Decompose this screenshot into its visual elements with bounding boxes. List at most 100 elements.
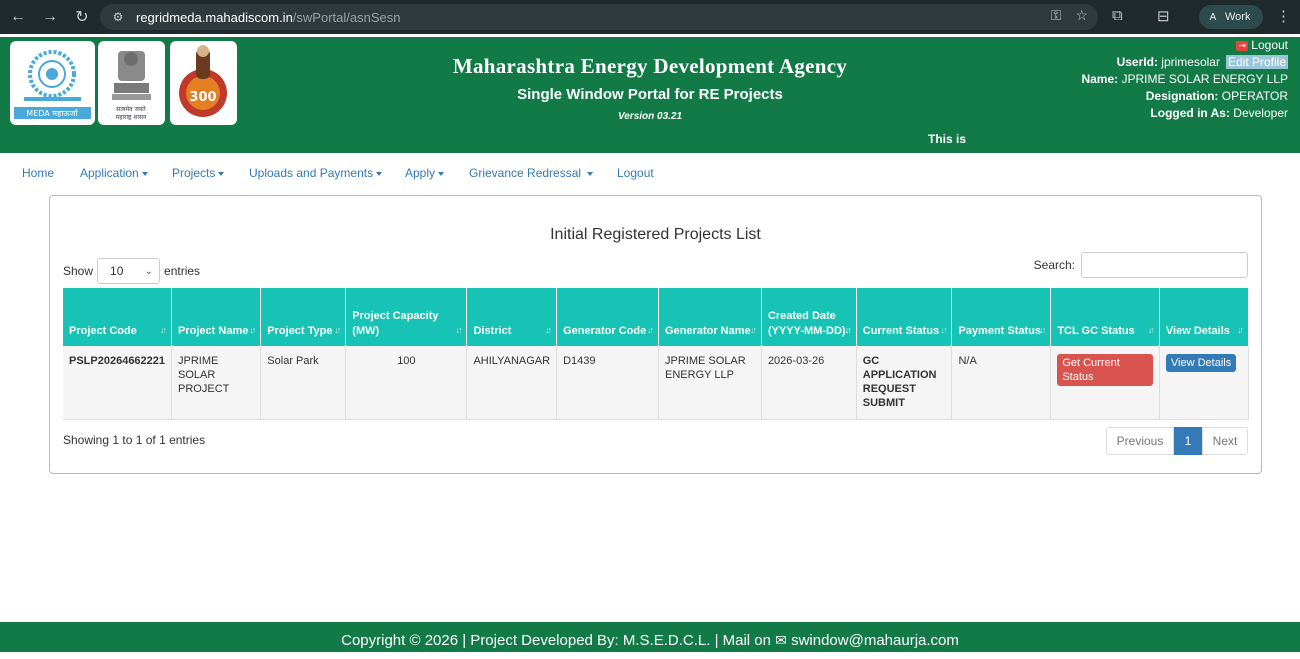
previous-page-button[interactable]: Previous — [1106, 427, 1174, 455]
nav-application[interactable]: Application — [80, 166, 148, 180]
star-icon[interactable]: ☆ — [1075, 7, 1088, 24]
nav-grievance[interactable]: Grievance Redressal — [469, 166, 594, 180]
entries-control: Show 10 ⌄ entries — [63, 258, 200, 284]
page-1-button[interactable]: 1 — [1174, 427, 1202, 455]
cell-district: AHILYANAGAR — [466, 346, 558, 420]
url-host: regridmeda.mahadiscom.in — [136, 9, 293, 25]
col-district[interactable]: District ↓↑ — [466, 288, 558, 346]
col-generator-code-label: Generator Code — [563, 325, 647, 337]
cell-capacity: 100 — [345, 346, 468, 420]
sort-icon: ↓↑ — [249, 325, 256, 335]
sort-icon: ↓↑ — [455, 325, 462, 335]
col-created-date[interactable]: Created Date (YYYY-MM-DD) ↓↑ — [761, 288, 857, 346]
col-project-type[interactable]: Project Type ↓↑ — [260, 288, 347, 346]
main-nav: Home Application Projects Uploads and Pa… — [0, 162, 1300, 186]
footer-text: Copyright © 2026 | Project Developed By:… — [341, 632, 771, 649]
nav-projects[interactable]: Projects — [172, 166, 225, 180]
designation-value: OPERATOR — [1221, 89, 1288, 103]
header-logout-label: Logout — [1251, 38, 1288, 52]
sort-icon: ↓↑ — [160, 325, 167, 335]
edit-profile-link[interactable]: Edit Profile — [1225, 55, 1288, 69]
caret-down-icon — [141, 171, 148, 176]
showing-info: Showing 1 to 1 of 1 entries — [63, 433, 206, 447]
key-icon[interactable]: ⚿ — [1051, 7, 1062, 24]
extensions-icon[interactable]: ⧉ — [1112, 7, 1123, 24]
nav-apply[interactable]: Apply — [405, 166, 445, 180]
search-input[interactable] — [1081, 252, 1248, 278]
col-payment-status-label: Payment Status — [958, 325, 1042, 337]
cell-project-code: PSLP20264662221 — [63, 346, 173, 420]
address-bar[interactable]: ⚙ regridmeda.mahadiscom.in/swPortal/asnS… — [100, 4, 1098, 30]
cell-created-date: 2026-03-26 — [761, 346, 857, 420]
nav-logout[interactable]: Logout — [617, 166, 654, 180]
nav-projects-label: Projects — [172, 166, 216, 180]
col-generator-name[interactable]: Generator Name ↓↑ — [658, 288, 762, 346]
footer-email[interactable]: swindow@mahaurja.com — [791, 632, 959, 649]
site-footer: Copyright © 2026 | Project Developed By:… — [0, 622, 1300, 652]
sort-icon: ↓↑ — [647, 325, 654, 335]
tab-search-icon[interactable]: ⊟ — [1157, 7, 1170, 25]
sort-icon: ↓↑ — [1147, 325, 1155, 335]
browser-toolbar: ← → ↻ ⚙ regridmeda.mahadiscom.in/swPorta… — [0, 0, 1300, 34]
name-value: JPRIME SOLAR ENERGY LLP — [1121, 72, 1289, 86]
nav-logout-label: Logout — [617, 166, 654, 180]
entries-select[interactable]: 10 ⌄ — [97, 258, 161, 284]
user-info: UserId: jprimesolar Edit Profile Name: JP… — [1081, 54, 1288, 122]
cell-payment-status: N/A — [951, 346, 1052, 420]
col-project-code[interactable]: Project Code ↓↑ — [63, 288, 173, 346]
cell-project-name: JPRIME SOLAR PROJECT — [171, 346, 262, 420]
col-current-status[interactable]: Current Status ↓↑ — [856, 288, 953, 346]
col-tcl-gc-status-label: TCL GC Status — [1057, 325, 1135, 337]
sort-icon: ↓↑ — [334, 325, 341, 335]
search-control: Search: — [1034, 252, 1248, 278]
col-tcl-gc-status[interactable]: TCL GC Status ↓↑ — [1050, 288, 1160, 346]
col-project-code-label: Project Code — [69, 325, 137, 337]
view-details-button[interactable]: View Details — [1165, 354, 1237, 372]
profile-label: Work — [1225, 11, 1251, 23]
next-page-button[interactable]: Next — [1202, 427, 1248, 455]
avatar: A — [1205, 9, 1221, 25]
cell-generator-name: JPRIME SOLAR ENERGY LLP — [658, 346, 762, 420]
cell-current-status: GC APPLICATION REQUEST SUBMIT — [856, 346, 953, 420]
browser-menu-icon[interactable]: ⋮ — [1276, 7, 1291, 25]
nav-grievance-label: Grievance Redressal — [469, 166, 582, 180]
sort-icon: ↓↑ — [749, 325, 757, 335]
col-capacity[interactable]: Project Capacity (MW) ↓↑ — [345, 288, 468, 346]
col-project-type-label: Project Type — [267, 325, 333, 337]
col-generator-code[interactable]: Generator Code ↓↑ — [556, 288, 660, 346]
sort-icon: ↓↑ — [1039, 325, 1046, 335]
back-icon[interactable]: ← — [4, 3, 32, 31]
nav-application-label: Application — [80, 166, 139, 180]
header-logout-link[interactable]: ⇥ Logout — [1236, 38, 1288, 52]
nav-home[interactable]: Home — [22, 166, 54, 180]
table-row: PSLP20264662221 JPRIME SOLAR PROJECT Sol… — [63, 346, 1250, 420]
entries-label: entries — [164, 264, 201, 278]
designation-label: Designation: — [1145, 89, 1219, 103]
site-settings-icon[interactable]: ⚙ — [110, 9, 126, 25]
table-header-row: Project Code ↓↑ Project Name ↓↑ Project Ty… — [63, 288, 1250, 346]
col-view-details[interactable]: View Details ↓↑ — [1159, 288, 1250, 346]
caret-down-icon — [438, 171, 445, 176]
col-project-name[interactable]: Project Name ↓↑ — [171, 288, 262, 346]
projects-panel: Initial Registered Projects List Show 10… — [49, 195, 1262, 474]
marquee-text: This is — [928, 132, 967, 146]
site-header: MEDA महाऊर्जा सत्यमेव जयते महाराष्ट्र शा… — [0, 37, 1300, 153]
col-capacity-label: Project Capacity (MW) — [352, 310, 439, 337]
url-path: /swPortal/asnSesn — [292, 9, 401, 25]
get-current-status-button[interactable]: Get Current Status — [1057, 354, 1153, 386]
userid-label: UserId: — [1116, 55, 1158, 69]
col-created-date-label: Created Date (YYYY-MM-DD) — [767, 310, 846, 337]
pagination: Previous 1 Next — [1106, 427, 1248, 455]
show-label: Show — [63, 264, 94, 278]
caret-down-icon — [587, 171, 594, 176]
reload-icon[interactable]: ↻ — [68, 3, 96, 31]
panel-title: Initial Registered Projects List — [550, 226, 761, 243]
nav-uploads-payments[interactable]: Uploads and Payments — [249, 166, 383, 180]
profile-button[interactable]: A Work — [1199, 5, 1263, 29]
userid-value: jprimesolar — [1161, 55, 1220, 69]
sort-icon: ↓↑ — [940, 325, 947, 335]
forward-icon[interactable]: → — [36, 3, 64, 31]
mail-icon: ✉ — [775, 632, 787, 648]
logged-in-value: Developer — [1233, 106, 1288, 120]
col-payment-status[interactable]: Payment Status ↓↑ — [951, 288, 1052, 346]
